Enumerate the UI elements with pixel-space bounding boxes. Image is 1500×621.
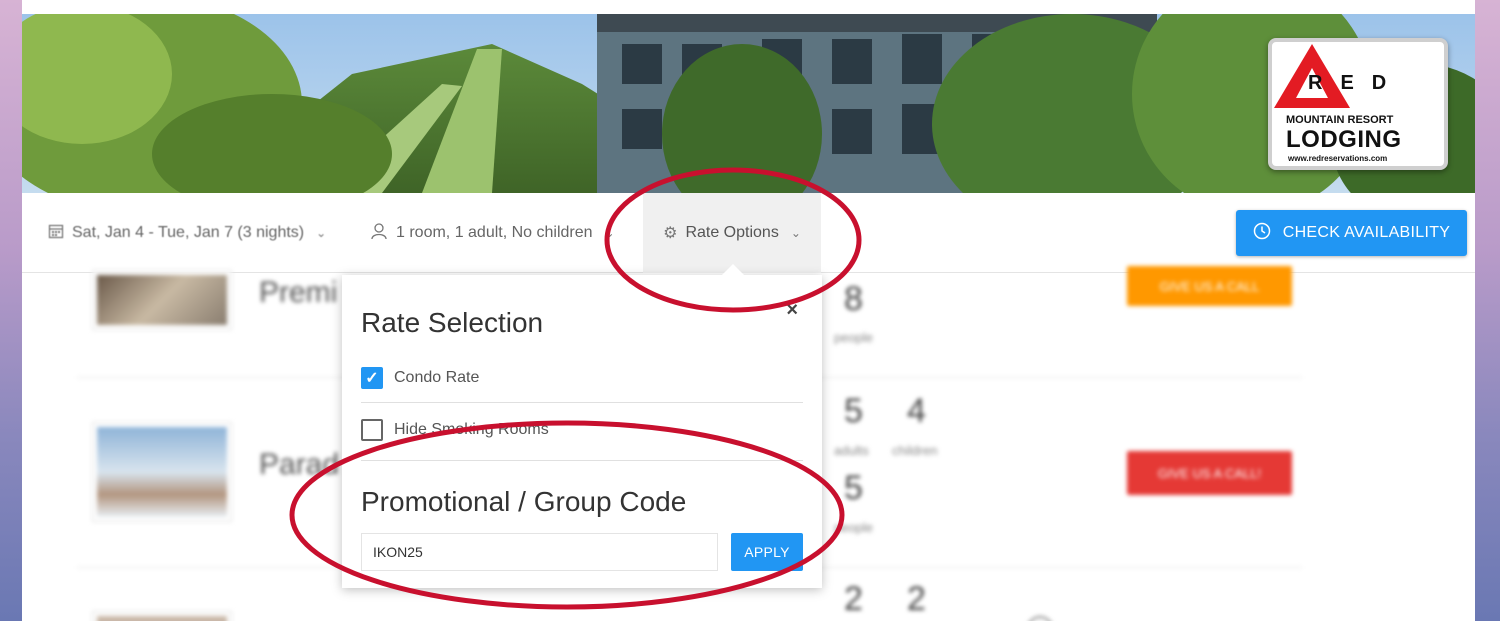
condo-rate-label: Condo Rate — [394, 369, 480, 386]
give-us-a-call-button[interactable]: GIVE US A CALL! — [1127, 451, 1292, 495]
people-count: 8 — [844, 280, 863, 318]
promo-code-title: Promotional / Group Code — [361, 486, 687, 517]
logo-letters: RED — [1308, 72, 1405, 94]
logo-line2: LODGING — [1286, 126, 1402, 153]
clock-icon — [1253, 222, 1271, 245]
logo-url: www.redreservations.com — [1288, 154, 1388, 163]
chevron-down-icon: ⌄ — [316, 226, 327, 240]
chevron-down-icon: ⌄ — [604, 226, 615, 240]
people-label: people — [834, 520, 874, 535]
close-icon[interactable]: × — [786, 299, 798, 322]
gear-icon: ⚙ — [663, 225, 678, 242]
hero-banner: RED MOUNTAIN RESORT LODGING www.redreser… — [22, 14, 1475, 193]
hero-image — [22, 14, 1475, 193]
logo-line1: MOUNTAIN RESORT — [1286, 114, 1394, 126]
check-availability-label: CHECK AVAILABILITY — [1282, 224, 1451, 241]
background-left — [0, 0, 22, 621]
check-availability-button[interactable]: CHECK AVAILABILITY — [1236, 210, 1467, 256]
date-range-selector[interactable]: Sat, Jan 4 - Tue, Jan 7 (3 nights) ⌄ — [48, 193, 326, 273]
adults-count: 2 — [844, 580, 863, 618]
adults-count: 5 — [844, 392, 863, 430]
room-name[interactable]: Parad — [259, 448, 339, 482]
chevron-down-icon: ⌄ — [790, 226, 801, 240]
room-thumbnail[interactable] — [92, 270, 232, 330]
info-icon[interactable] — [1027, 616, 1053, 621]
people-count: 5 — [844, 469, 863, 507]
popup-caret — [722, 264, 744, 275]
children-label: children — [892, 443, 938, 458]
room-thumbnail[interactable] — [92, 422, 232, 522]
hide-smoking-label: Hide Smoking Rooms — [394, 421, 549, 438]
hide-smoking-checkbox[interactable] — [361, 419, 383, 441]
calendar-icon — [48, 223, 64, 244]
room-name[interactable]: Premi — [259, 276, 337, 310]
children-count: 4 — [907, 392, 926, 430]
people-label: people — [834, 330, 874, 345]
condo-rate-checkbox[interactable]: ✓ — [361, 367, 383, 389]
guests-selector[interactable]: 1 room, 1 adult, No children ⌄ — [370, 193, 615, 273]
option-divider — [361, 460, 803, 461]
condo-rate-option[interactable]: ✓ Condo Rate — [361, 367, 479, 389]
search-toolbar: Sat, Jan 4 - Tue, Jan 7 (3 nights) ⌄ 1 r… — [22, 193, 1475, 273]
red-mountain-logo[interactable]: RED MOUNTAIN RESORT LODGING www.redreser… — [1268, 38, 1448, 170]
rate-selection-title: Rate Selection — [361, 307, 544, 338]
apply-button[interactable]: APPLY — [731, 533, 803, 571]
room-thumbnail[interactable] — [92, 611, 232, 621]
guests-label: 1 room, 1 adult, No children — [396, 224, 593, 241]
date-range-label: Sat, Jan 4 - Tue, Jan 7 (3 nights) — [72, 224, 305, 241]
hide-smoking-option[interactable]: Hide Smoking Rooms — [361, 419, 549, 441]
top-strip — [22, 0, 1475, 14]
background-right — [1475, 0, 1500, 621]
adults-label: adults — [834, 443, 869, 458]
booking-page: RED MOUNTAIN RESORT LODGING www.redreser… — [22, 0, 1475, 621]
children-count: 2 — [907, 580, 926, 618]
option-divider — [361, 402, 803, 403]
give-us-a-call-button[interactable]: GIVE US A CALL — [1127, 266, 1292, 306]
promo-code-input[interactable] — [361, 533, 718, 571]
rate-options-toggle[interactable]: ⚙ Rate Options ⌄ — [643, 193, 821, 273]
rate-options-popup: Rate Selection × ✓ Condo Rate Hide Smoki… — [342, 275, 822, 588]
person-icon — [370, 222, 388, 245]
rate-options-label: Rate Options — [685, 224, 779, 241]
